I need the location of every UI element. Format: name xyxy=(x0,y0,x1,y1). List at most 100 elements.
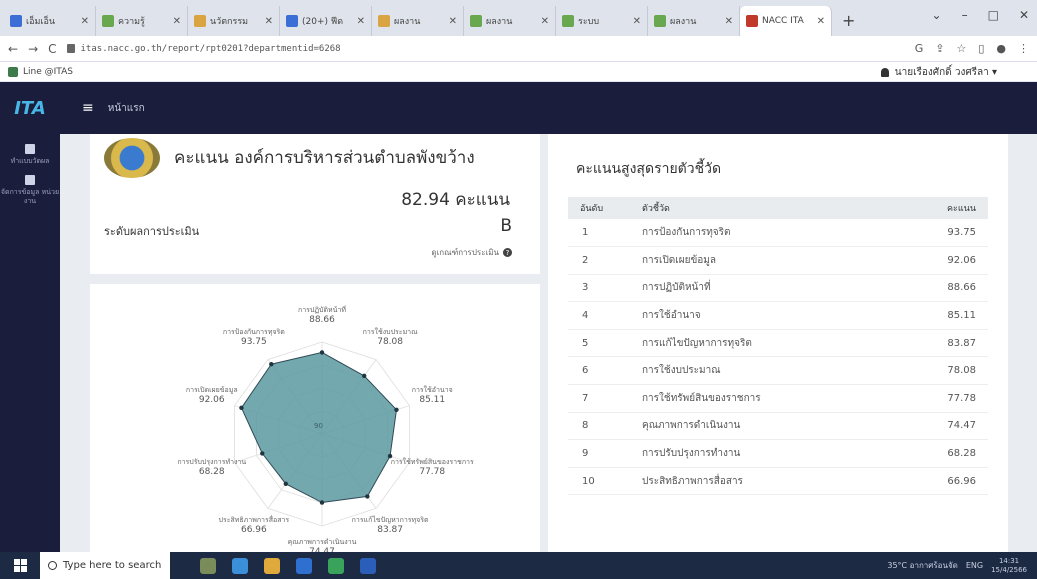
radar-axis-value: 85.11 xyxy=(419,395,446,406)
sidebar-item-department-data[interactable]: จัดการข้อมูล หน่วยงาน xyxy=(0,165,60,205)
tab-favicon-icon xyxy=(286,15,298,27)
radar-point[interactable] xyxy=(260,451,265,456)
rank-cell: 6 xyxy=(568,356,630,386)
reload-icon[interactable]: C xyxy=(48,42,56,56)
chrome-icon[interactable] xyxy=(296,557,312,574)
rank-cell: 4 xyxy=(568,301,630,330)
tab-search-icon[interactable]: ⌄ xyxy=(932,8,942,22)
radar-chart-card: 90 การปฏิบัติหน้าที่ 88.66 การใช้งบประมาณ 7… xyxy=(90,284,540,557)
bell-icon[interactable] xyxy=(880,68,889,77)
sidepanel-icon[interactable]: ▯ xyxy=(978,42,984,55)
bookmark-line-itas[interactable]: Line @ITAS xyxy=(8,66,73,77)
radar-axis-name: การใช้อำนาจ xyxy=(411,386,453,395)
bookmarks-bar: Line @ITAS นายเรืองศักดิ์ วงศรีลา ▾ xyxy=(0,62,1037,82)
taskbar-search[interactable]: Type here to search xyxy=(40,552,170,579)
browser-tab[interactable]: นวัตกรรม ✕ xyxy=(188,6,280,36)
browser-tab[interactable]: ความรู้ ✕ xyxy=(96,6,188,36)
radar-axis-name: การป้องกันการทุจริต xyxy=(222,328,285,337)
ranking-header-row: อันดับ ตัวชี้วัด คะแนน xyxy=(568,197,988,219)
close-window-button[interactable]: ✕ xyxy=(1019,8,1029,22)
hamburger-menu-icon[interactable]: ≡ xyxy=(82,100,94,116)
profile-icon[interactable]: ● xyxy=(996,42,1006,55)
browser-tab[interactable]: เอ็มเอ็น ✕ xyxy=(4,6,96,36)
tab-close-icon[interactable]: ✕ xyxy=(725,16,733,27)
file-explorer-icon[interactable] xyxy=(264,557,280,574)
radar-axis-label: ประสิทธิภาพการสื่อสาร 66.96 xyxy=(209,516,299,537)
radar-point[interactable] xyxy=(319,350,325,355)
tab-close-icon[interactable]: ✕ xyxy=(81,16,89,27)
bookmark-star-icon[interactable]: ☆ xyxy=(956,42,966,55)
language-indicator[interactable]: ENG xyxy=(966,561,983,570)
weather-widget[interactable]: 35°C อากาศร้อนจัด xyxy=(887,559,957,572)
share-icon[interactable]: ⇪ xyxy=(935,42,944,55)
indicator-cell: ประสิทธิภาพการสื่อสาร xyxy=(630,467,892,496)
edge-icon[interactable] xyxy=(232,557,248,574)
criteria-link-label: ดูเกณฑ์การประเมิน xyxy=(431,248,499,257)
browser-tab[interactable]: ผลงาน ✕ xyxy=(464,6,556,36)
browser-tab[interactable]: ผลงาน ✕ xyxy=(372,6,464,36)
news-widget-icon[interactable] xyxy=(200,557,216,574)
radar-axis-value: 88.66 xyxy=(309,315,335,326)
clock[interactable]: 14:31 15/4/2566 xyxy=(991,557,1027,574)
score-cell: 66.96 xyxy=(891,467,988,496)
browser-menu-icon[interactable]: ⋮ xyxy=(1018,42,1029,55)
forward-icon[interactable]: → xyxy=(28,42,38,56)
indicator-cell: การปรับปรุงการทำงาน xyxy=(630,439,892,468)
radar-axis-label: การปรับปรุงการทำงาน 68.28 xyxy=(167,458,257,479)
radar-axis-label: การใช้ทรัพย์สินของราชการ 77.78 xyxy=(387,458,477,479)
rank-cell: 2 xyxy=(568,246,630,275)
radar-axis-name: การเปิดเผยข้อมูล xyxy=(185,386,238,395)
tab-close-icon[interactable]: ✕ xyxy=(541,16,549,27)
score-cell: 74.47 xyxy=(891,412,988,441)
radar-axis-label: การเปิดเผยข้อมูล 92.06 xyxy=(167,386,257,407)
tab-close-icon[interactable]: ✕ xyxy=(265,16,273,27)
indicator-cell: คุณภาพการดำเนินงาน xyxy=(630,412,892,441)
browser-tab[interactable]: NACC ITA ✕ xyxy=(740,6,832,36)
radar-axis-value: 66.96 xyxy=(240,524,267,535)
sidebar-item-assessment[interactable]: ทำแบบวัดผล xyxy=(0,134,60,165)
criteria-link[interactable]: ดูเกณฑ์การประเมิน ? xyxy=(431,246,512,259)
browser-tab[interactable]: (20+) ฟีด ✕ xyxy=(280,6,372,36)
ranking-title: คะแนนสูงสุดรายตัวชี้วัด xyxy=(576,161,722,177)
radar-point[interactable] xyxy=(319,500,325,505)
user-menu[interactable]: นายเรืองศักดิ์ วงศรีลา ▾ xyxy=(880,65,997,80)
google-icon[interactable]: G xyxy=(915,42,924,55)
url-field[interactable]: itas.nacc.go.th/report/rpt0201?departmen… xyxy=(66,44,905,54)
new-tab-button[interactable]: + xyxy=(832,11,865,36)
radar-axis-name: การปรับปรุงการทำงาน xyxy=(177,457,247,466)
app-header: ITA ≡ หน้าแรก xyxy=(0,82,1037,134)
ita-logo[interactable]: ITA xyxy=(0,82,60,134)
word-icon[interactable] xyxy=(360,557,376,574)
radar-axis-label: การปฏิบัติหน้าที่ 88.66 xyxy=(277,306,367,327)
lock-icon xyxy=(66,44,75,53)
radar-point[interactable] xyxy=(269,362,274,367)
minimize-button[interactable]: – xyxy=(962,8,968,22)
indicator-cell: การเปิดเผยข้อมูล xyxy=(630,246,892,275)
line-app-icon[interactable] xyxy=(328,557,344,574)
table-row: 8 คุณภาพการดำเนินงาน 74.47 xyxy=(568,412,988,441)
tab-close-icon[interactable]: ✕ xyxy=(817,16,825,27)
tab-close-icon[interactable]: ✕ xyxy=(357,16,365,27)
tab-label: NACC ITA xyxy=(762,16,804,26)
tab-close-icon[interactable]: ✕ xyxy=(449,16,457,27)
radar-point[interactable] xyxy=(362,373,367,379)
total-score: 82.94 คะแนน xyxy=(401,190,510,210)
tab-favicon-icon xyxy=(378,15,390,27)
browser-tab[interactable]: ผลงาน ✕ xyxy=(648,6,740,36)
score-summary-card: คะแนน องค์การบริหารส่วนตำบลพังขว้าง 82.9… xyxy=(90,134,540,274)
breadcrumb-home[interactable]: หน้าแรก xyxy=(108,101,145,116)
browser-tab[interactable]: ระบบ ✕ xyxy=(556,6,648,36)
radar-point[interactable] xyxy=(283,481,288,487)
ranking-card: คะแนนสูงสุดรายตัวชี้วัด อันดับ ตัวชี้วัด… xyxy=(548,134,1008,552)
help-icon[interactable]: ? xyxy=(503,248,512,257)
maximize-button[interactable]: □ xyxy=(988,8,999,22)
tab-close-icon[interactable]: ✕ xyxy=(633,16,641,27)
tab-close-icon[interactable]: ✕ xyxy=(173,16,181,27)
radar-point[interactable] xyxy=(365,494,370,499)
main-content: คะแนน องค์การบริหารส่วนตำบลพังขว้าง 82.9… xyxy=(60,134,1037,557)
browser-tab-strip: เอ็มเอ็น ✕ ความรู้ ✕ นวัตกรรม ✕ (20+) ฟีด ✕ ผลงา… xyxy=(0,0,1037,36)
radar-point[interactable] xyxy=(394,407,399,413)
back-icon[interactable]: ← xyxy=(8,42,18,56)
tab-label: ผลงาน xyxy=(670,17,697,27)
start-button[interactable] xyxy=(0,552,40,579)
